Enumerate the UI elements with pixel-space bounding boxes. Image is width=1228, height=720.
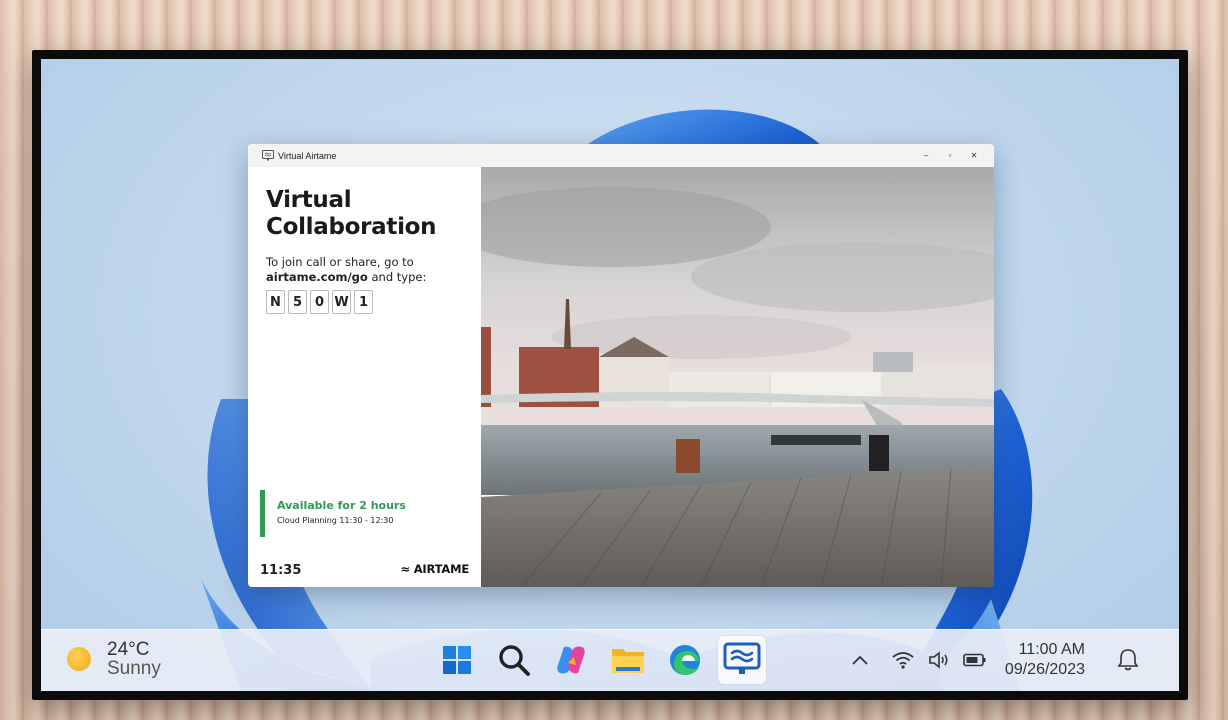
airtame-window: Virtual Airtame – ▫ ✕ Virtual Collaborat… [248, 144, 994, 587]
close-button[interactable]: ✕ [962, 151, 986, 160]
airtame-logo: ≈ AIRTAME [400, 562, 469, 576]
taskbar-date: 09/26/2023 [1004, 661, 1085, 678]
weather-widget[interactable]: 24°C Sunny [67, 640, 161, 678]
airtame-taskbar-icon[interactable] [718, 636, 766, 684]
code-char: 1 [354, 290, 373, 314]
chevron-up-icon[interactable] [851, 654, 869, 666]
battery-icon[interactable] [963, 653, 987, 667]
tv-frame: Virtual Airtame – ▫ ✕ Virtual Collaborat… [32, 50, 1188, 700]
join-instructions: To join call or share, go to airtame.com… [266, 255, 463, 285]
info-panel: Virtual Collaboration To join call or sh… [248, 167, 481, 587]
window-titlebar[interactable]: Virtual Airtame – ▫ ✕ [248, 144, 994, 167]
code-char: 5 [288, 290, 307, 314]
instruction-suffix: and type: [371, 270, 427, 284]
notification-bell-icon[interactable] [1117, 648, 1139, 672]
room-clock: 11:35 [260, 563, 302, 578]
window-title: Virtual Airtame [278, 150, 337, 161]
sunny-icon [67, 647, 91, 671]
taskbar: 24°C Sunny 11:00 AM 09/26/2023 [41, 629, 1179, 691]
join-code: N 5 0 W 1 [266, 290, 463, 314]
harbor-image [481, 167, 994, 587]
copilot-icon[interactable] [547, 636, 595, 684]
weather-temperature: 24°C [107, 639, 150, 660]
code-char: W [332, 290, 351, 314]
wifi-icon[interactable] [891, 650, 915, 670]
meeting-info: Cloud Planning 11:30 - 12:30 [277, 516, 394, 525]
maximize-button[interactable]: ▫ [938, 151, 962, 160]
background-photo [481, 167, 994, 587]
headline-line2: Collaboration [266, 214, 437, 240]
taskbar-apps [433, 636, 766, 684]
airtame-app-icon [262, 150, 274, 161]
edge-icon[interactable] [661, 636, 709, 684]
system-tray: 11:00 AM 09/26/2023 [839, 640, 1139, 680]
search-icon[interactable] [490, 636, 538, 684]
code-char: 0 [310, 290, 329, 314]
headline: Virtual Collaboration [266, 187, 463, 241]
weather-condition: Sunny [107, 658, 161, 679]
minimize-button[interactable]: – [914, 151, 938, 160]
volume-icon[interactable] [927, 650, 951, 670]
windows-start-icon[interactable] [433, 636, 481, 684]
instruction-line1: To join call or share, go to [266, 255, 414, 269]
headline-line1: Virtual [266, 187, 352, 213]
availability-text: Available for 2 hours [277, 499, 406, 512]
availability-status: Available for 2 hours Cloud Planning 11:… [260, 490, 406, 537]
desktop-screen: Virtual Airtame – ▫ ✕ Virtual Collaborat… [41, 59, 1179, 691]
file-explorer-icon[interactable] [604, 636, 652, 684]
join-url: airtame.com/go [266, 270, 368, 284]
code-char: N [266, 290, 285, 314]
taskbar-time: 11:00 AM [1018, 641, 1085, 658]
clock-widget[interactable]: 11:00 AM 09/26/2023 [1005, 640, 1085, 680]
